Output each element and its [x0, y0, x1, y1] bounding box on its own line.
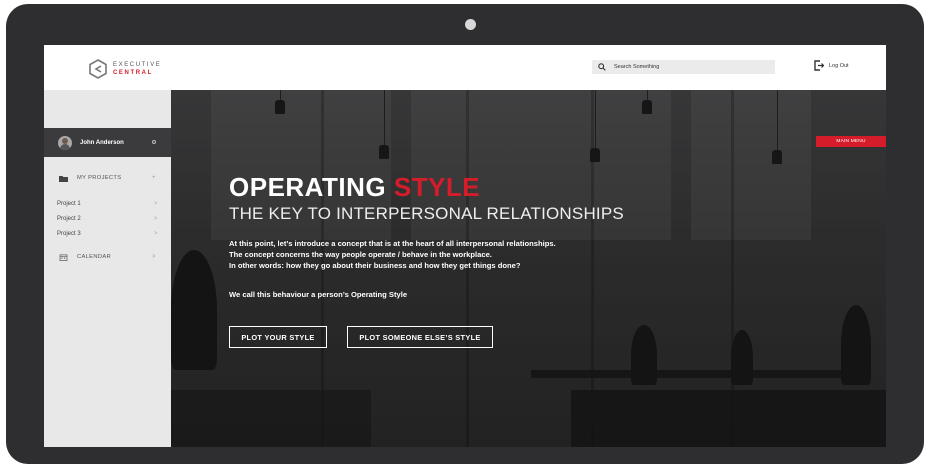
title-accent: STYLE: [393, 172, 481, 202]
top-header: EXECUTIVE CENTRAL Log Out: [44, 45, 886, 90]
status-indicator-icon: [152, 140, 156, 144]
title-main: OPERATING: [229, 172, 394, 202]
my-projects-label: MY PROJECTS: [77, 175, 122, 181]
screen: EXECUTIVE CENTRAL Log Out John Anderson: [44, 45, 886, 447]
logout-label: Log Out: [829, 62, 849, 69]
intro-line: The concept concerns the way people oper…: [229, 250, 492, 259]
logo-text-line2: CENTRAL: [113, 70, 153, 76]
chevron-right-icon: >: [154, 201, 158, 207]
sidebar-item-project-3[interactable]: Project 3: [57, 231, 81, 237]
intro-line: In other words: how they go about their …: [229, 261, 521, 270]
sidebar-item-calendar[interactable]: CALENDAR >: [44, 251, 171, 263]
sidebar: John Anderson MY PROJECTS + Project 1 > …: [44, 90, 171, 447]
search-input[interactable]: [614, 64, 764, 70]
sidebar-item-project-2[interactable]: Project 2: [57, 216, 81, 222]
page-subtitle: THE KEY TO INTERPERSONAL RELATIONSHIPS: [229, 204, 624, 223]
folder-icon: [59, 175, 68, 182]
calendar-icon: [59, 253, 68, 261]
hero-section: MAIN MENU OPERATING STYLE THE KEY TO INT…: [171, 90, 886, 447]
logo-icon: [89, 59, 107, 79]
chevron-right-icon: >: [152, 254, 156, 260]
camera-icon: [465, 19, 476, 30]
sidebar-item-project-1[interactable]: Project 1: [57, 201, 81, 207]
logo-text-line1: EXECUTIVE: [113, 62, 162, 68]
page-title: OPERATING STYLE: [229, 172, 480, 203]
intro-line: At this point, let’s introduce a concept…: [229, 239, 556, 248]
chevron-right-icon: >: [154, 216, 158, 222]
user-name: John Anderson: [80, 139, 124, 146]
operating-style-statement: We call this behaviour a person’s Operat…: [229, 290, 408, 299]
intro-paragraph: At this point, let’s introduce a concept…: [229, 238, 556, 271]
logout-button[interactable]: Log Out: [814, 60, 849, 71]
main-menu-button[interactable]: MAIN MENU: [816, 136, 886, 147]
chevron-right-icon: >: [154, 231, 158, 237]
add-project-icon[interactable]: +: [152, 175, 156, 181]
search-box[interactable]: [592, 60, 775, 74]
plot-your-style-button[interactable]: PLOT YOUR STYLE: [229, 326, 327, 348]
logo[interactable]: EXECUTIVE CENTRAL: [88, 57, 161, 81]
calendar-label: CALENDAR: [77, 254, 111, 260]
search-icon: [598, 63, 606, 71]
sidebar-item-my-projects[interactable]: MY PROJECTS +: [44, 172, 171, 184]
plot-someone-else-style-button[interactable]: PLOT SOMEONE ELSE’S STYLE: [347, 326, 493, 348]
logout-icon: [814, 60, 824, 71]
user-profile[interactable]: John Anderson: [44, 128, 171, 157]
avatar: [58, 135, 72, 150]
